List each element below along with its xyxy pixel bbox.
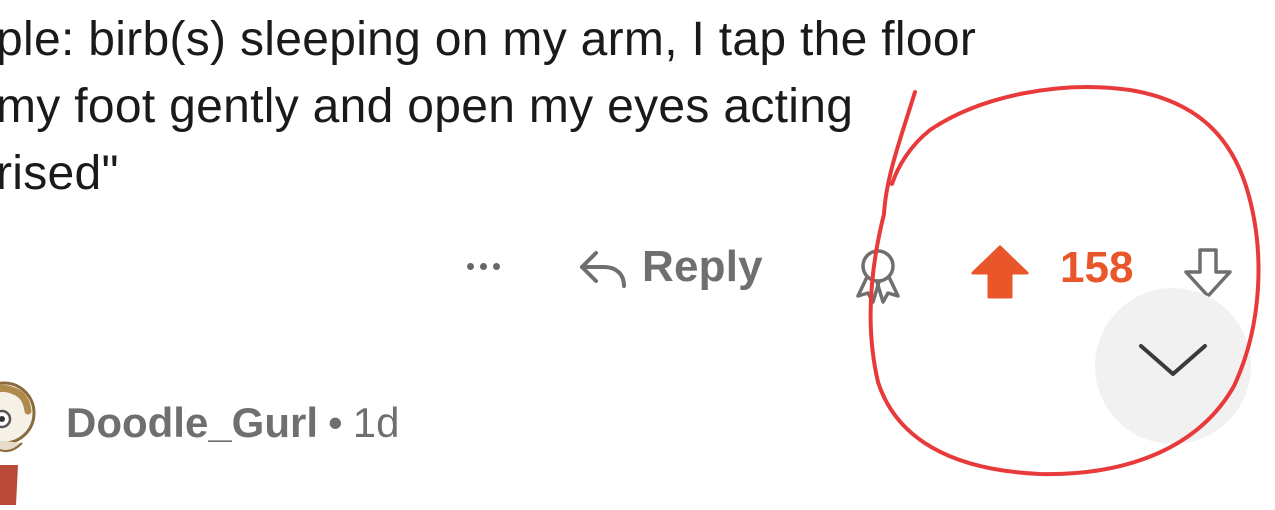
comment-line: my foot gently and open my eyes acting <box>0 80 854 133</box>
comment-action-bar: Reply 158 <box>0 232 1275 304</box>
upvote-arrow-icon <box>971 245 1029 299</box>
comment-line: ple: birb(s) sleeping on my arm, I tap t… <box>0 13 977 66</box>
award-button[interactable] <box>846 242 910 306</box>
username-link[interactable]: Doodle_Gurl <box>66 399 318 446</box>
next-comment: Doodle_Gurl • 1d <box>0 335 1275 505</box>
more-dot <box>479 262 487 270</box>
more-options-button[interactable] <box>455 254 511 278</box>
reply-label: Reply <box>642 242 763 291</box>
comment-meta: Doodle_Gurl • 1d <box>66 399 399 447</box>
award-icon <box>856 249 900 304</box>
more-horizontal-icon <box>466 262 474 270</box>
meta-separator: • <box>328 399 343 446</box>
avatar-icon <box>0 381 36 505</box>
reply-arrow-icon <box>580 251 626 288</box>
comment-age: 1d <box>352 399 400 446</box>
reply-button[interactable]: Reply <box>574 240 763 294</box>
comment-line: rised" <box>0 147 119 200</box>
comment-body: ple: birb(s) sleeping on my arm, I tap t… <box>0 6 1256 207</box>
user-avatar[interactable] <box>0 365 40 505</box>
more-dot <box>492 262 500 270</box>
vote-score: 158 <box>1060 243 1134 292</box>
upvote-button[interactable] <box>970 244 1030 300</box>
